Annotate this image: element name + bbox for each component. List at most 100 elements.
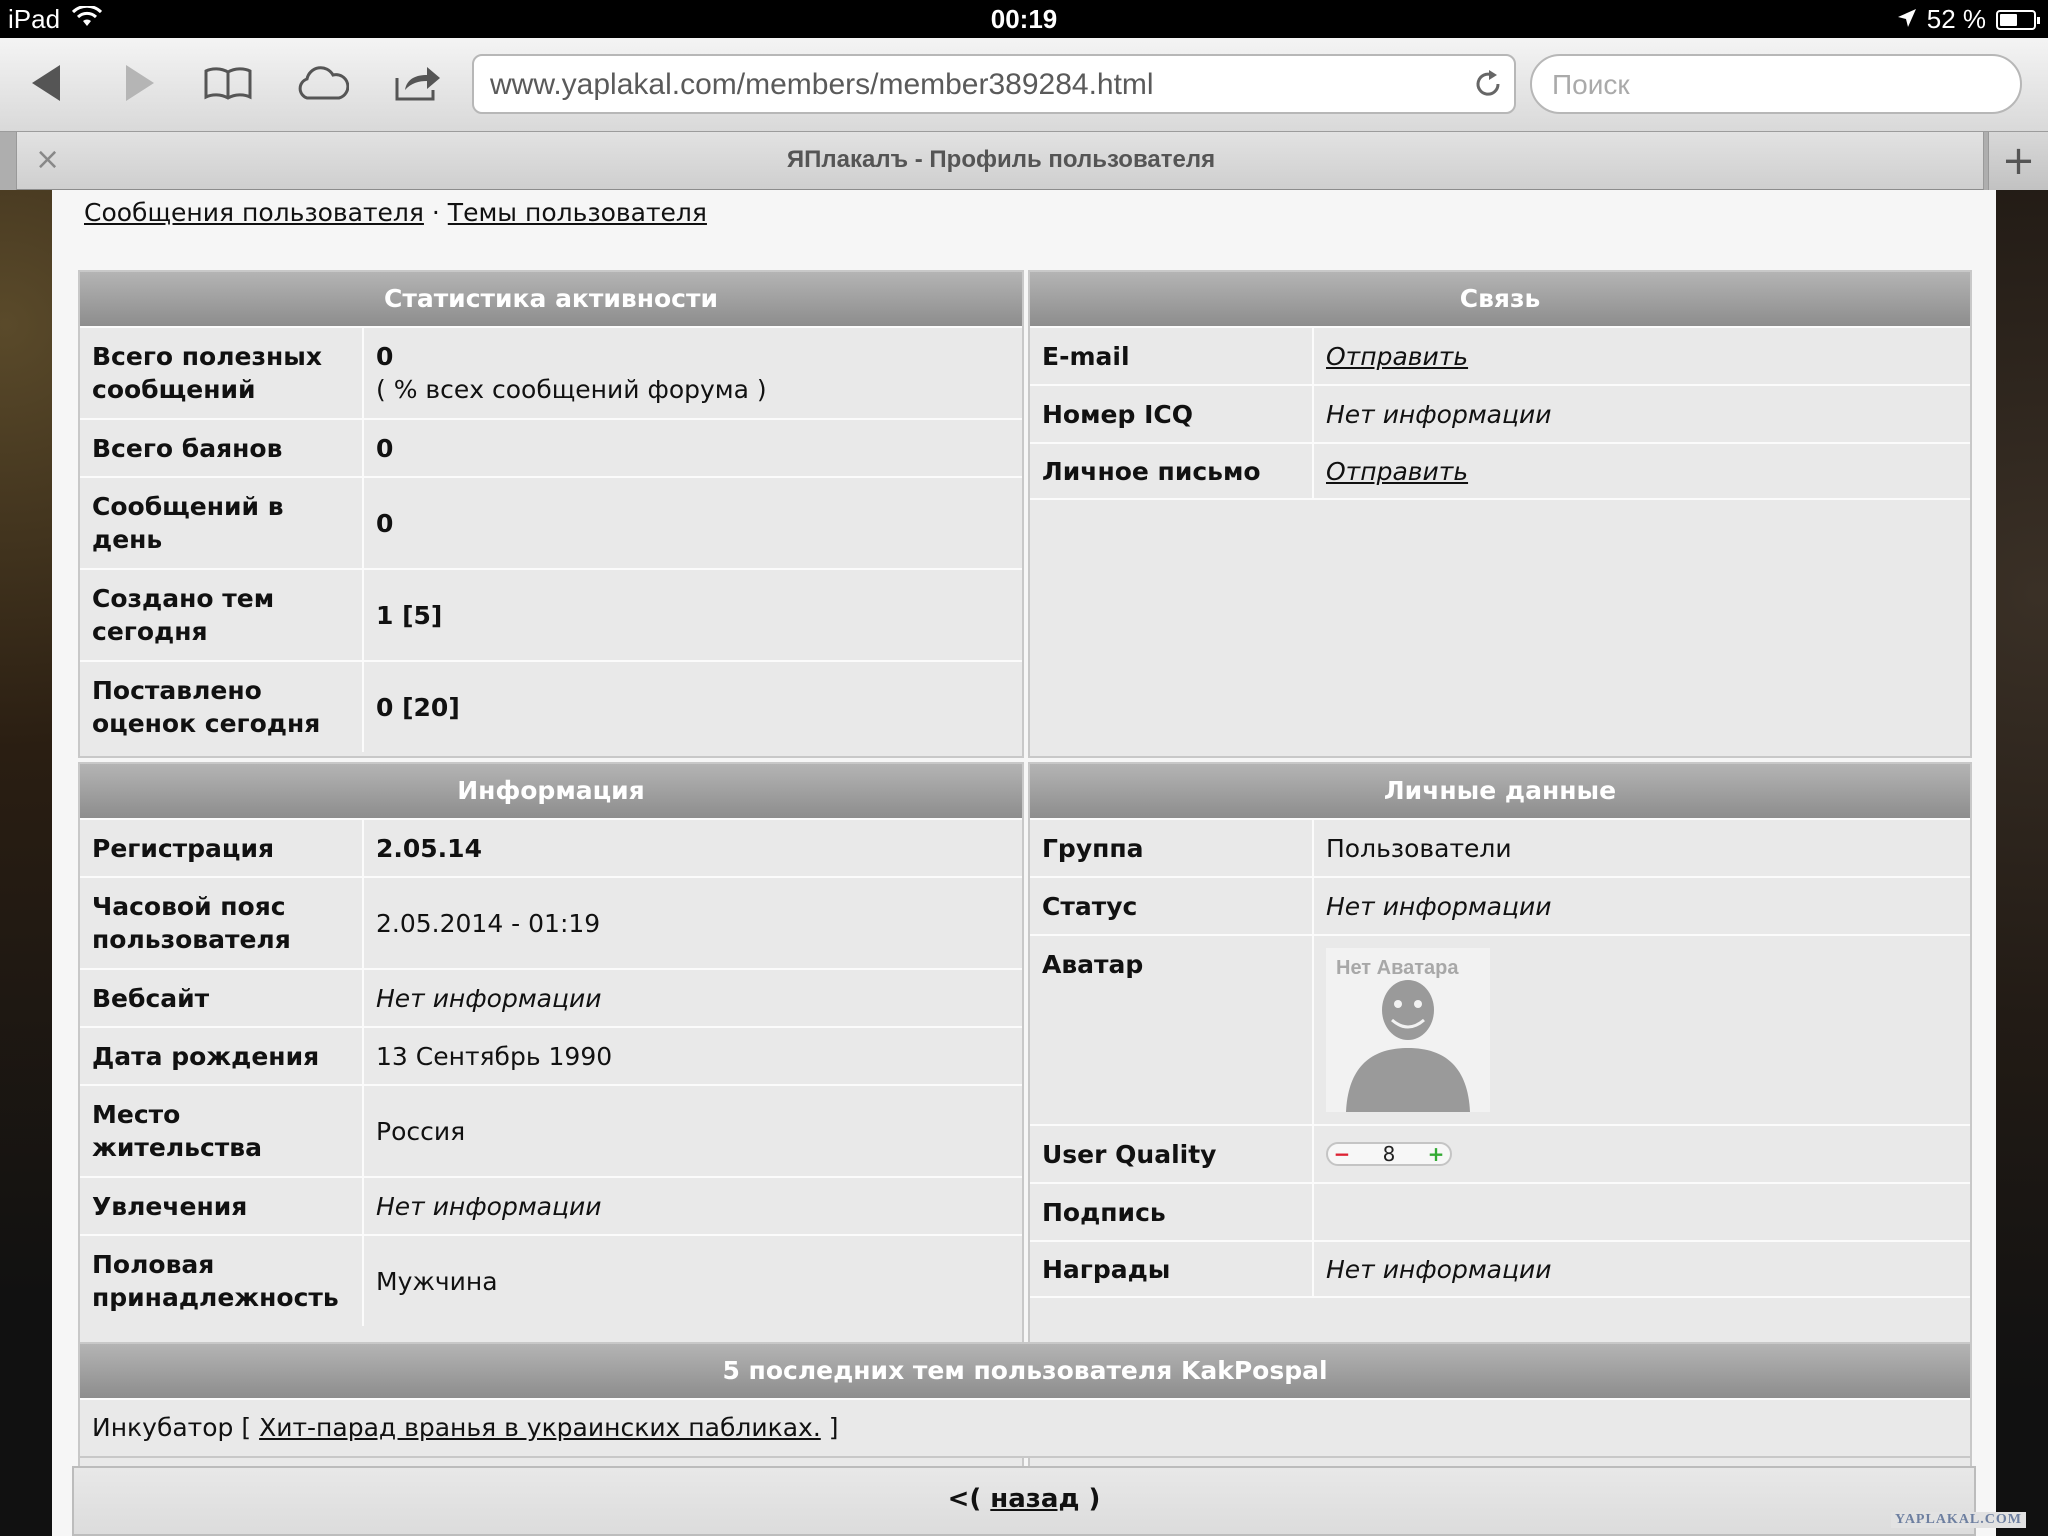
profile-links: Сообщения пользователя · Темы пользовате… [84, 198, 707, 227]
back-prefix: <( [947, 1484, 982, 1514]
table-row: Регистрация 2.05.14 [80, 818, 1022, 876]
status-bar: iPad 00:19 52 % [0, 0, 2048, 38]
table-row: Всего баянов 0 [80, 418, 1022, 476]
table-row: Дата рождения 13 Сентябрь 1990 [80, 1026, 1022, 1084]
forward-arrow-icon[interactable] [108, 56, 172, 110]
user-topics-link[interactable]: Темы пользователя [448, 198, 707, 227]
row-label: Место жительства [80, 1086, 364, 1176]
background-image-right [1996, 190, 2048, 1536]
table-row: Статус Нет информации [1030, 876, 1970, 934]
rating-minus-button[interactable]: − [1328, 1138, 1356, 1171]
table-row: Вебсайт Нет информации [80, 968, 1022, 1026]
list-item: Инкубатор [ Хит-парад вранья в украински… [80, 1398, 1970, 1454]
row-label: Группа [1030, 820, 1314, 876]
row-label: Часовой пояс пользователя [80, 878, 364, 968]
address-bar[interactable]: www.yaplakal.com/members/member389284.ht… [472, 54, 1516, 114]
send-email-link[interactable]: Отправить [1326, 340, 1468, 373]
url-text: www.yaplakal.com/members/member389284.ht… [490, 68, 1154, 101]
row-label: Всего полезных сообщений [80, 328, 364, 418]
row-label: Всего баянов [80, 420, 364, 476]
row-value: Нет информации [1326, 1254, 1552, 1284]
browser-toolbar: www.yaplakal.com/members/member389284.ht… [0, 38, 2048, 132]
table-row: Номер ICQ Нет информации [1030, 384, 1970, 442]
table-row: Аватар Нет Аватара [1030, 934, 1970, 1124]
row-value: Пользователи [1326, 833, 1512, 863]
registration-value: 2.05.14 [376, 833, 482, 863]
row-label: User Quality [1030, 1126, 1314, 1182]
table-row: E-mail Отправить [1030, 326, 1970, 384]
tab-title: ЯПлакалъ - Профиль пользователя [786, 146, 1216, 173]
row-label: Дата рождения [80, 1028, 364, 1084]
contact-title: Связь [1030, 272, 1970, 326]
row-value: Мужчина [376, 1266, 498, 1296]
tab-bar: × ЯПлакалъ - Профиль пользователя + [0, 132, 2048, 190]
search-placeholder: Поиск [1552, 69, 1630, 100]
topic-link[interactable]: Хит-парад вранья в украинских пабликах. [259, 1413, 821, 1442]
user-quality-widget: − 8 + [1326, 1142, 1452, 1166]
useful-messages-value: 0 [376, 342, 394, 371]
row-label: Аватар [1030, 936, 1314, 1124]
bracket-open: [ [241, 1413, 252, 1442]
row-label: Подпись [1030, 1184, 1314, 1240]
tab-profile[interactable]: × ЯПлакалъ - Профиль пользователя [16, 132, 1984, 190]
table-row: Всего полезных сообщений 0 ( % всех сооб… [80, 326, 1022, 418]
row-label: Сообщений в день [80, 478, 364, 568]
activity-title: Статистика активности [80, 272, 1022, 326]
row-label: Создано тем сегодня [80, 570, 364, 660]
back-arrow-icon[interactable] [14, 56, 78, 110]
table-row: Сообщений в день 0 [80, 476, 1022, 568]
row-value: 0 [20] [376, 692, 460, 722]
table-row: Группа Пользователи [1030, 818, 1970, 876]
activity-panel: Статистика активности Всего полезных соо… [78, 270, 1024, 758]
page-content: Сообщения пользователя · Темы пользовате… [52, 190, 1996, 1536]
share-icon[interactable] [386, 56, 450, 110]
row-value: Россия [376, 1116, 466, 1146]
table-row: Подпись [1030, 1182, 1970, 1240]
table-row: Увлечения Нет информации [80, 1176, 1022, 1234]
reload-icon[interactable] [1472, 68, 1504, 108]
table-row: User Quality − 8 + [1030, 1124, 1970, 1182]
row-label: Статус [1030, 878, 1314, 934]
row-value: Нет информации [1326, 399, 1552, 429]
topic-forum: Инкубатор [92, 1413, 234, 1442]
recent-topics-panel: 5 последних тем пользователя KakPospal И… [78, 1342, 1972, 1458]
table-row: Поставлено оценок сегодня 0 [20] [80, 660, 1022, 752]
watermark: YAPLAKAL.COM [1891, 1512, 2026, 1528]
icloud-tabs-icon[interactable] [290, 56, 354, 110]
table-row: Личное письмо Отправить [1030, 442, 1970, 500]
bracket-close: ] [828, 1413, 839, 1442]
new-tab-button[interactable]: + [1988, 132, 2048, 190]
rating-plus-button[interactable]: + [1422, 1138, 1450, 1171]
send-pm-link[interactable]: Отправить [1326, 455, 1468, 488]
back-suffix: ) [1088, 1484, 1101, 1514]
contact-panel: Связь E-mail Отправить Номер ICQ Нет инф… [1028, 270, 1972, 758]
table-row: Создано тем сегодня 1 [5] [80, 568, 1022, 660]
table-row: Половая принадлежность Мужчина [80, 1234, 1022, 1326]
row-value: Нет информации [376, 983, 602, 1013]
search-input[interactable]: Поиск [1530, 54, 2022, 114]
avatar-caption: Нет Аватара [1336, 957, 1459, 979]
row-value [1314, 1184, 1970, 1240]
bookmarks-icon[interactable] [196, 56, 260, 110]
background-image-left [0, 190, 52, 1536]
user-quality-value: 8 [1382, 1141, 1396, 1166]
row-label: E-mail [1030, 328, 1314, 384]
row-value: 0 [376, 433, 394, 463]
back-link[interactable]: назад [990, 1484, 1079, 1514]
table-row: Награды Нет информации [1030, 1240, 1970, 1298]
row-label: Вебсайт [80, 970, 364, 1026]
table-row: Место жительства Россия [80, 1084, 1022, 1176]
row-label: Награды [1030, 1242, 1314, 1296]
row-value: 1 [5] [376, 600, 443, 630]
clock: 00:19 [990, 4, 1058, 34]
battery-percent: 52 % [1926, 4, 1986, 34]
location-icon [1897, 4, 1917, 35]
row-value: 13 Сентябрь 1990 [376, 1041, 613, 1071]
recent-topics-title: 5 последних тем пользователя KakPospal [80, 1344, 1970, 1398]
row-label: Половая принадлежность [80, 1236, 364, 1326]
row-value: Нет информации [1326, 891, 1552, 921]
row-label: Регистрация [80, 820, 364, 876]
battery-icon [1996, 9, 2040, 30]
user-messages-link[interactable]: Сообщения пользователя [84, 198, 424, 227]
useful-messages-note: ( % всех сообщений форума ) [376, 375, 767, 404]
